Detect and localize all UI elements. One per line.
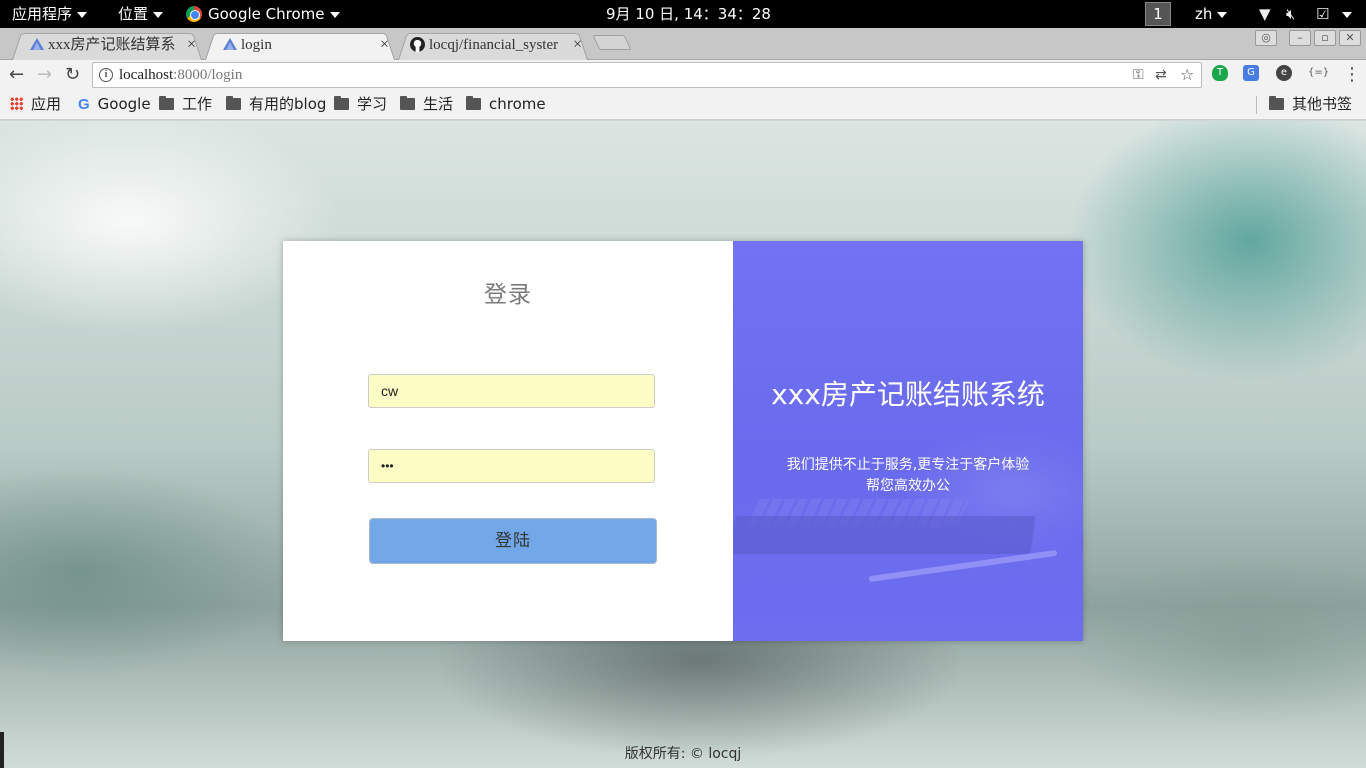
bookmark-google[interactable]: G Google [78,90,151,118]
tab-login[interactable]: login × [205,30,395,60]
username-input[interactable]: cw [368,374,655,408]
brand-subtitle-line2: 帮您高效办公 [866,478,950,494]
chevron-down-icon [153,11,164,18]
clipboard-check-icon[interactable]: ☑ [1316,4,1329,24]
bookmark-folder-life[interactable]: 生活 [400,90,453,118]
bookmark-label: 工作 [182,95,213,113]
login-card: 登录 cw ••• 登陆 xxx房产记账结账系统 我们提供不止于服务,更专注于客… [283,241,1083,641]
places-menu-label: 位置 [118,5,149,23]
key-icon[interactable]: ⚿ [1133,66,1144,84]
bookmark-star-icon[interactable]: ☆ [1180,66,1194,84]
close-tab-icon[interactable]: × [187,30,196,60]
chrome-logo-icon [186,6,202,22]
bookmark-label: 有用的blog [249,95,327,113]
bookmark-apps[interactable]: 应用 [10,90,61,118]
minimize-window-icon[interactable]: – [1289,30,1311,46]
bookmark-label: 学习 [357,95,388,113]
close-tab-icon[interactable]: × [573,30,582,60]
bookmark-folder-study[interactable]: 学习 [334,90,387,118]
dock-edge [0,732,4,768]
clock[interactable]: 9月 10 日, 14：34：28 [606,0,771,28]
input-method-menu[interactable]: zh [1195,0,1228,28]
input-method-label: zh [1195,5,1213,23]
evernote-extension-icon[interactable]: e [1276,65,1292,81]
forward-arrow-icon[interactable]: → [37,64,52,86]
folder-icon [1269,96,1284,110]
laptop-illustration [733,516,1036,554]
applications-menu-label: 应用程序 [12,5,73,23]
maximize-window-icon[interactable]: ▫ [1314,30,1336,46]
triangle-logo-icon [223,38,237,50]
bookmark-folder-chrome[interactable]: chrome [466,90,546,118]
volume-muted-icon[interactable]: 🔇︎ [1286,4,1295,24]
bookmarks-divider [1256,96,1257,114]
brand-subtitle-line1: 我们提供不止于服务,更专注于客户体验 [786,457,1030,473]
tab-title: xxx房产记账结算系 [48,37,176,53]
active-app-menu[interactable]: Google Chrome [186,0,340,28]
brand-title: xxx房产记账结账系统 [771,378,1045,411]
wifi-icon[interactable]: ▼ [1259,4,1271,24]
bookmark-label: 生活 [423,95,454,113]
login-button[interactable]: 登陆 [369,518,657,564]
browser-toolbar: ← → ↻ i localhost:8000/login ⚿ ⇄ ☆ T G e… [0,60,1366,90]
chevron-down-icon [77,11,88,18]
tab-accounting-system[interactable]: xxx房产记账结算系 × [12,30,202,60]
tab-title: locqj/financial_syster [429,37,559,53]
tab-title: login [241,37,272,53]
copyright-footer: 版权所有: © locqj [624,746,742,762]
triangle-logo-icon [30,38,44,50]
shield-extension-icon[interactable]: T [1212,65,1228,81]
profile-icon[interactable]: ◎ [1255,30,1277,46]
translate-icon[interactable]: ⇄ [1155,66,1167,84]
workspace-indicator[interactable]: 1 [1145,2,1171,26]
new-tab-button[interactable] [592,35,632,50]
tab-github-repo[interactable]: locqj/financial_syster × [398,30,588,60]
page-viewport: 登录 cw ••• 登陆 xxx房产记账结账系统 我们提供不止于服务,更专注于客… [0,121,1366,768]
bookmark-folder-blog[interactable]: 有用的blog [226,90,326,118]
chevron-down-icon [329,11,340,18]
chevron-down-icon [1217,11,1228,18]
folder-icon [400,96,415,110]
system-menu-chevron-icon[interactable] [1342,4,1352,24]
bookmark-label: chrome [489,95,546,113]
places-menu[interactable]: 位置 [118,0,164,28]
applications-menu[interactable]: 应用程序 [12,0,88,28]
site-info-icon[interactable]: i [99,68,113,82]
google-g-icon: G [78,96,90,113]
browser-tab-strip: xxx房产记账结算系 × login × locqj/financial_sys… [0,28,1366,60]
back-arrow-icon[interactable]: ← [9,64,24,86]
address-bar-url: localhost:8000/login [119,67,243,83]
brand-panel: xxx房产记账结账系统 我们提供不止于服务,更专注于客户体验 帮您高效办公 [733,241,1083,641]
github-icon [410,37,425,52]
folder-icon [334,96,349,110]
reload-icon[interactable]: ↻ [65,64,80,86]
menu-dots-icon[interactable]: ⋮ [1343,64,1361,86]
bookmark-label: 应用 [31,95,62,113]
pen-illustration [868,549,1058,583]
bookmarks-bar: 应用 G Google 工作 有用的blog 学习 生活 chrome 其他书签 [0,90,1366,120]
apps-grid-icon [10,97,23,110]
address-bar[interactable]: i localhost:8000/login ⚿ ⇄ ☆ [92,62,1202,88]
password-input[interactable]: ••• [368,449,655,483]
login-title: 登录 [484,282,532,308]
bookmark-other[interactable]: 其他书签 [1269,90,1352,118]
close-window-icon[interactable]: ✕ [1339,30,1361,46]
active-app-label: Google Chrome [208,5,325,23]
system-top-bar: 应用程序 位置 Google Chrome 9月 10 日, 14：34：28 … [0,0,1366,28]
bookmark-label: Google [97,95,151,113]
close-tab-icon[interactable]: × [380,30,389,60]
bookmark-folder-work[interactable]: 工作 [159,90,212,118]
translate-extension-icon[interactable]: G [1243,65,1259,81]
login-form-panel: 登录 cw ••• 登陆 [283,241,733,641]
folder-icon [226,96,241,110]
json-extension-icon[interactable]: {=} [1308,65,1329,81]
folder-icon [466,96,481,110]
bookmark-label: 其他书签 [1292,95,1353,113]
folder-icon [159,96,174,110]
